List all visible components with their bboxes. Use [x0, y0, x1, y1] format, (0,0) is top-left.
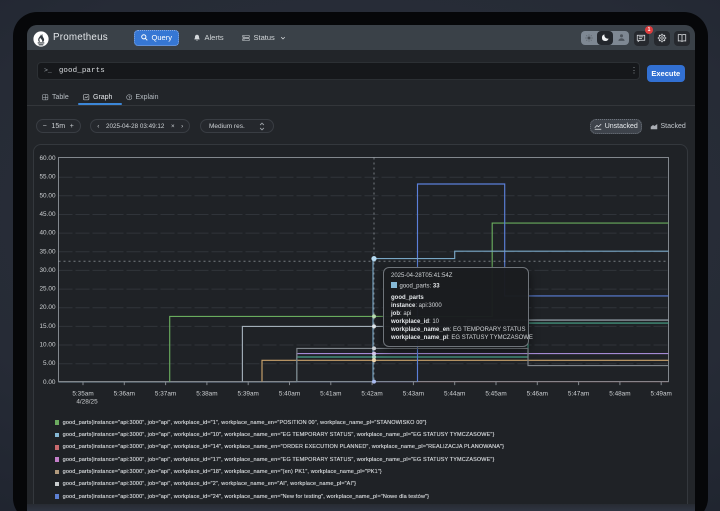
svg-text:55.00: 55.00 [40, 174, 56, 181]
svg-text:5:37am: 5:37am [155, 391, 176, 398]
svg-text:50.00: 50.00 [40, 192, 56, 199]
svg-text:30.00: 30.00 [40, 267, 56, 274]
svg-text:5.00: 5.00 [43, 360, 56, 367]
svg-text:0.00: 0.00 [43, 379, 56, 386]
svg-text:5:47am: 5:47am [568, 391, 589, 398]
svg-text:35.00: 35.00 [40, 248, 56, 255]
svg-text:40.00: 40.00 [40, 230, 56, 237]
svg-text:5:36am: 5:36am [114, 391, 135, 398]
svg-text:4/28/25: 4/28/25 [76, 399, 98, 406]
svg-text:60.00: 60.00 [40, 155, 56, 162]
svg-text:5:46am: 5:46am [527, 391, 548, 398]
svg-text:5:42am: 5:42am [361, 391, 382, 398]
svg-text:5:35am: 5:35am [72, 391, 93, 398]
svg-text:5:44am: 5:44am [444, 391, 465, 398]
svg-text:15.00: 15.00 [40, 323, 56, 330]
svg-text:10.00: 10.00 [40, 342, 56, 349]
svg-text:20.00: 20.00 [40, 304, 56, 311]
svg-text:5:39am: 5:39am [238, 391, 259, 398]
svg-text:5:49am: 5:49am [651, 391, 672, 398]
svg-text:5:40am: 5:40am [279, 391, 300, 398]
svg-text:25.00: 25.00 [40, 286, 56, 293]
svg-text:5:38am: 5:38am [196, 391, 217, 398]
svg-text:5:48am: 5:48am [609, 391, 630, 398]
svg-text:5:41am: 5:41am [320, 391, 341, 398]
svg-text:45.00: 45.00 [40, 211, 56, 218]
svg-text:5:43am: 5:43am [403, 391, 424, 398]
svg-text:5:45am: 5:45am [485, 391, 506, 398]
